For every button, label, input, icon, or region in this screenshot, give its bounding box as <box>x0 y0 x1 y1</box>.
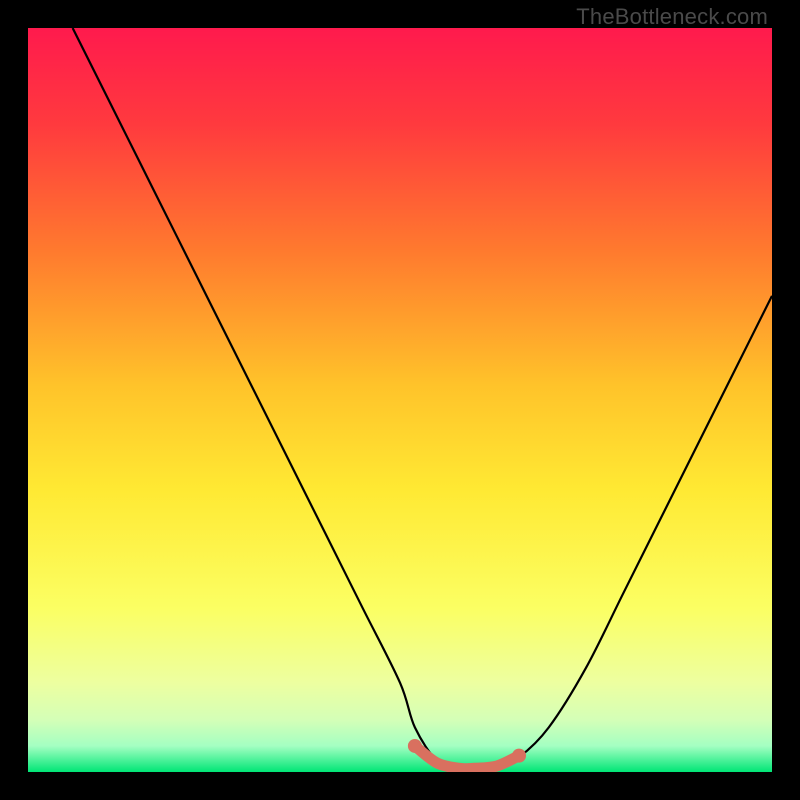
optimal-end-dot <box>512 749 526 763</box>
optimal-start-dot <box>408 739 422 753</box>
bottleneck-curve <box>73 28 772 769</box>
watermark-text: TheBottleneck.com <box>576 4 768 30</box>
chart-frame: TheBottleneck.com <box>0 0 800 800</box>
curve-layer <box>28 28 772 772</box>
plot-area <box>28 28 772 772</box>
optimal-flat-segment <box>415 746 519 769</box>
